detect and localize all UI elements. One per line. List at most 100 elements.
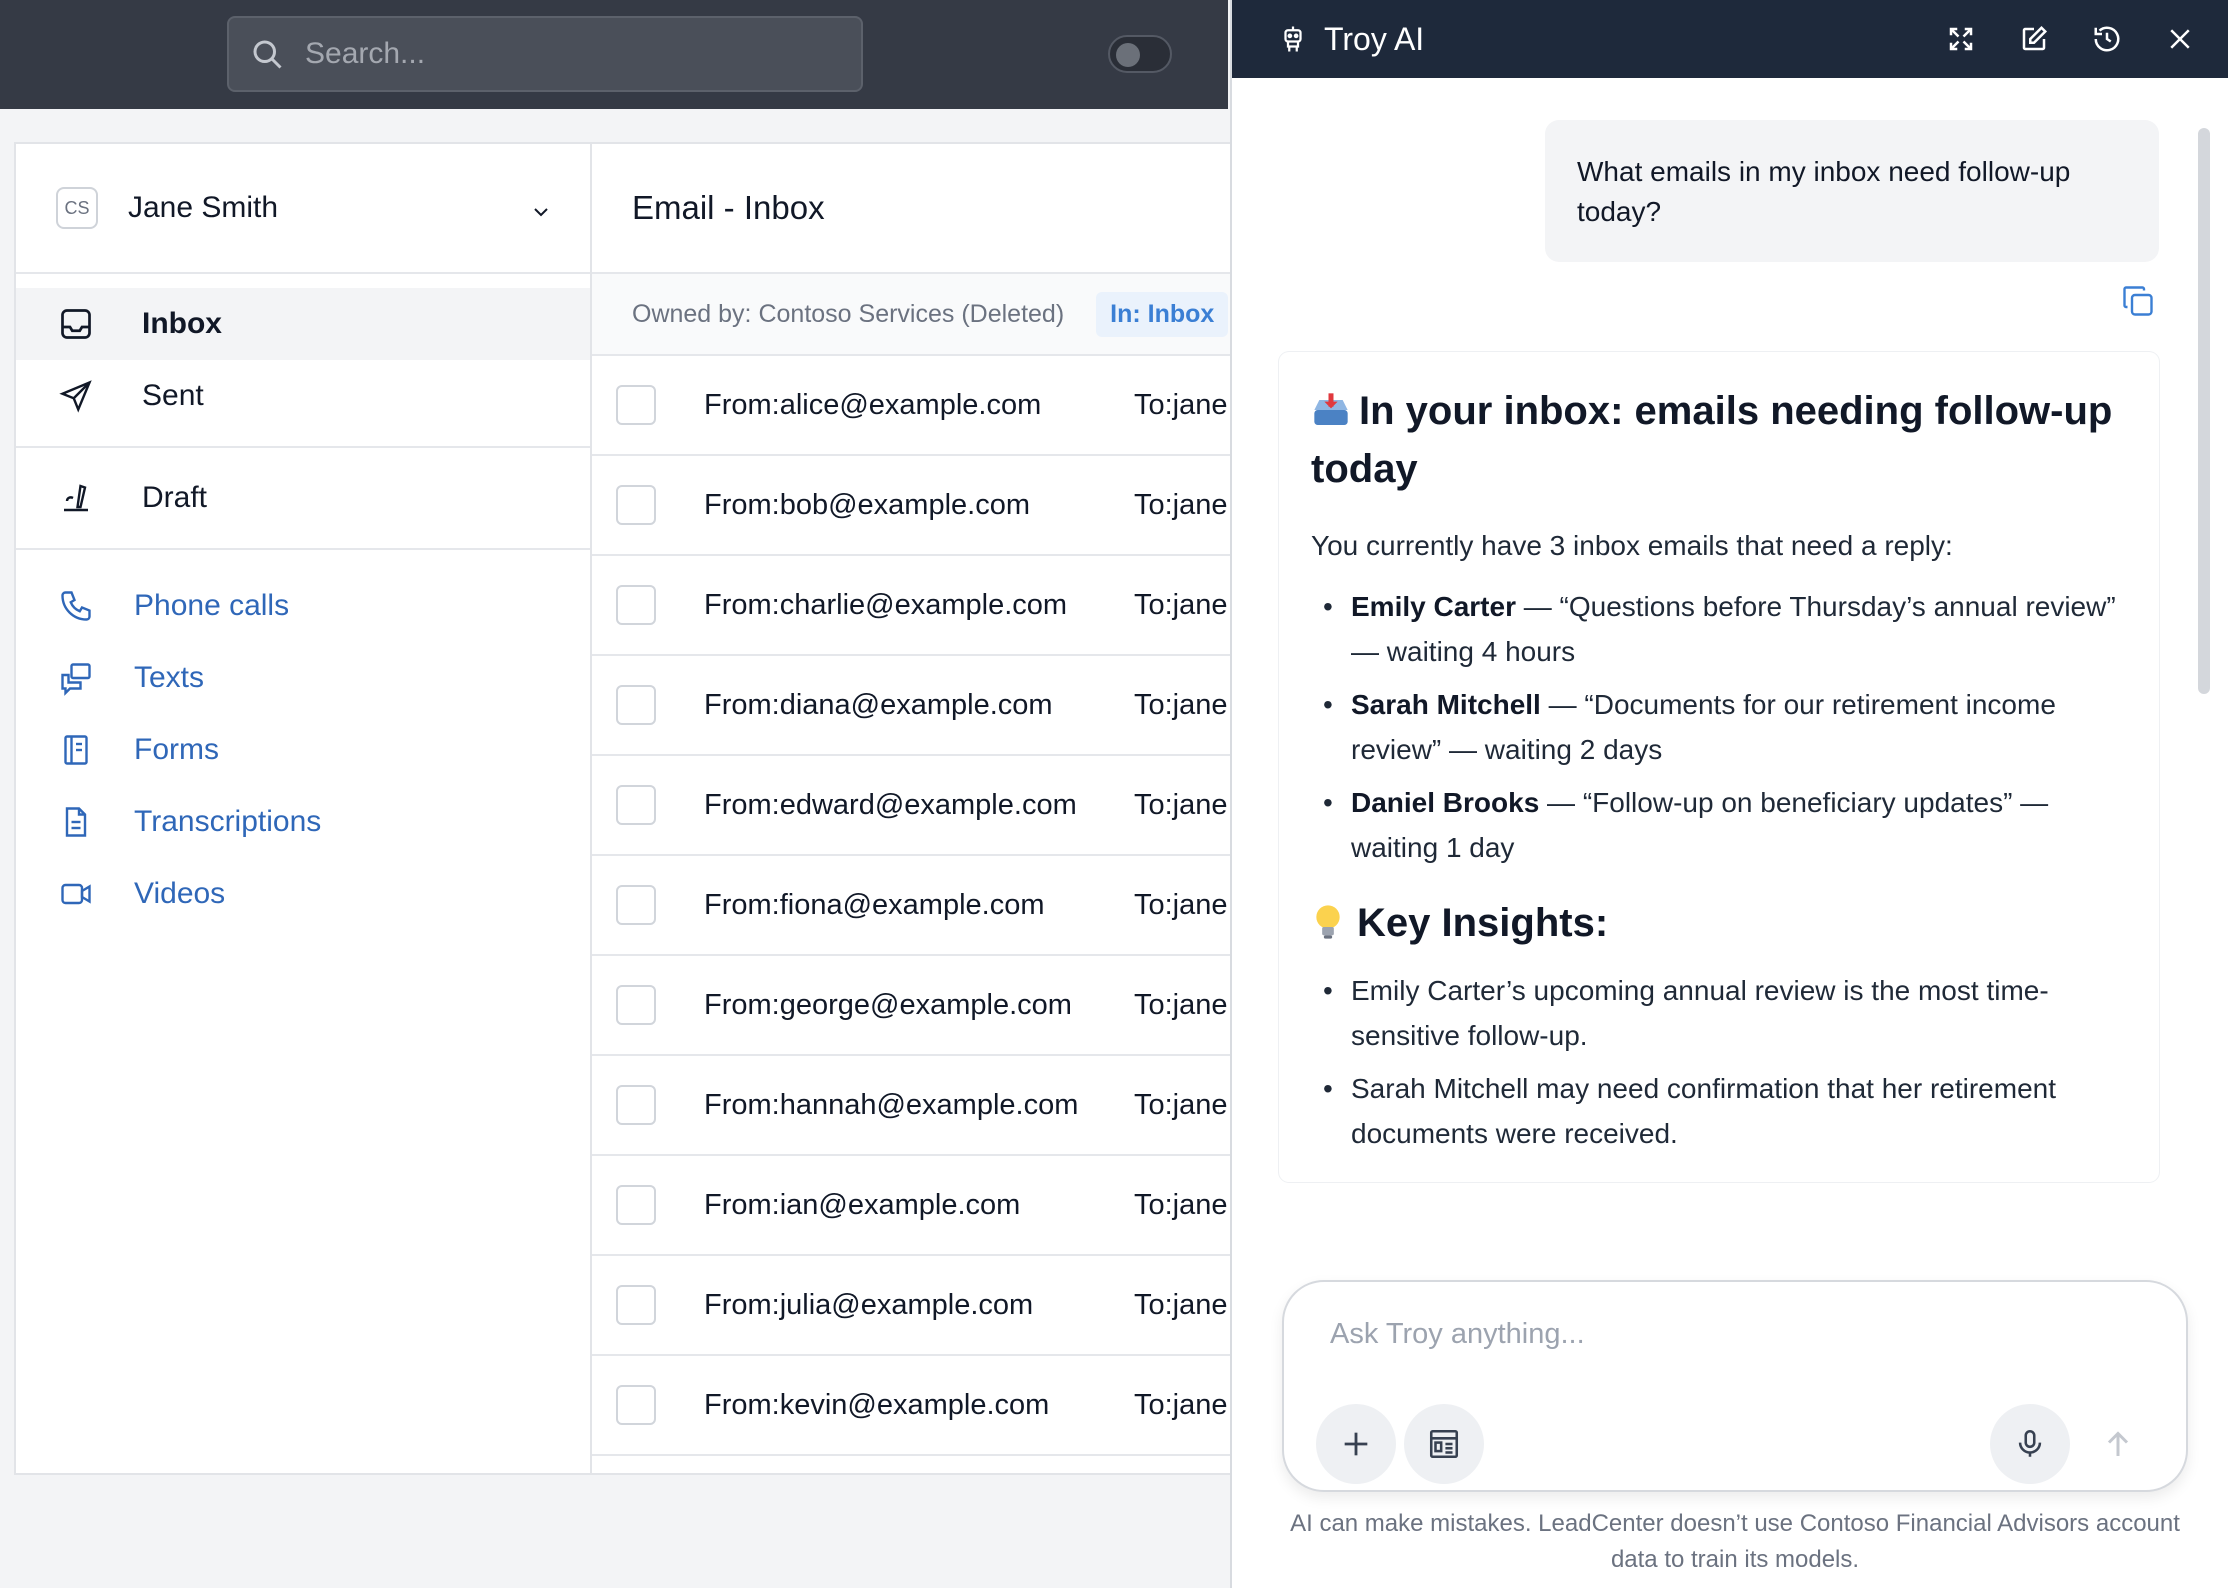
send-icon <box>59 380 92 413</box>
nav-label: Forms <box>134 733 219 766</box>
chat-scrollbar[interactable] <box>2198 128 2210 694</box>
left-navigation: CS Jane Smith Inbox Sent Draft Phone cal… <box>14 142 591 1475</box>
nav-label: Transcriptions <box>134 805 322 838</box>
theme-toggle[interactable] <box>1108 35 1172 73</box>
row-checkbox[interactable] <box>616 1185 656 1225</box>
list-item: Sarah Mitchell — “Documents for our reti… <box>1311 682 2127 772</box>
user-message: What emails in my inbox need follow-up t… <box>1545 120 2159 262</box>
email-from: From:charlie@example.com <box>704 588 1068 621</box>
table-row[interactable]: From:diana@example.com To:jane <box>592 656 1230 756</box>
list-item: Daniel Brooks — “Follow-up on beneficiar… <box>1311 780 2127 870</box>
row-checkbox[interactable] <box>616 785 656 825</box>
send-button[interactable] <box>2100 1426 2136 1462</box>
owned-by-label: Owned by: Contoso Services (Deleted) <box>632 299 1065 328</box>
history-icon <box>2094 26 2120 52</box>
account-avatar: CS <box>56 187 98 229</box>
new-chat-button[interactable] <box>2014 19 2054 59</box>
response-heading: In your inbox: emails needing follow-up … <box>1311 382 2127 498</box>
mail-folders: Inbox Sent <box>16 274 591 448</box>
email-from: From:hannah@example.com <box>704 1088 1079 1121</box>
draft-folder: Draft <box>16 448 591 550</box>
row-checkbox[interactable] <box>616 1285 656 1325</box>
table-row[interactable]: From:charlie@example.com To:jane <box>592 556 1230 656</box>
table-row[interactable]: From:edward@example.com To:jane <box>592 756 1230 856</box>
insights-list: Emily Carter’s upcoming annual review is… <box>1311 968 2127 1156</box>
list-item: Sarah Mitchell may need confirmation tha… <box>1311 1066 2127 1156</box>
nav-label: Draft <box>142 481 208 514</box>
nav-item-texts[interactable]: Texts <box>16 642 591 714</box>
row-checkbox[interactable] <box>616 1085 656 1125</box>
layout-icon <box>1429 1429 1459 1459</box>
page-title: Email - Inbox <box>592 144 1230 274</box>
insights-heading-text: Key Insights: <box>1357 901 1609 945</box>
form-icon <box>64 735 88 765</box>
row-checkbox[interactable] <box>616 485 656 525</box>
nav-item-sent[interactable]: Sent <box>16 360 591 432</box>
nav-label: Texts <box>134 661 205 694</box>
troy-header: Troy AI <box>1232 0 2228 78</box>
table-row[interactable]: From:hannah@example.com To:jane <box>592 1056 1230 1156</box>
top-bar: Search... <box>0 0 1228 109</box>
microphone-icon <box>2018 1429 2042 1457</box>
nav-item-videos[interactable]: Videos <box>16 858 591 930</box>
table-row[interactable]: From:kevin@example.com To:jane <box>592 1356 1230 1456</box>
chevron-down-icon[interactable] <box>529 200 553 224</box>
contact-name: Emily Carter <box>1351 591 1516 622</box>
nav-item-phone-calls[interactable]: Phone calls <box>16 570 591 642</box>
nav-item-draft[interactable]: Draft <box>16 462 591 534</box>
troy-title: Troy AI <box>1324 20 1425 57</box>
row-checkbox[interactable] <box>616 585 656 625</box>
voice-input-button[interactable] <box>1990 1404 2070 1484</box>
email-from: From:fiona@example.com <box>704 888 1045 921</box>
lightbulb-icon <box>1316 905 1340 939</box>
email-from: From:diana@example.com <box>704 688 1053 721</box>
history-button[interactable] <box>2087 19 2127 59</box>
close-icon <box>2170 29 2190 49</box>
row-checkbox[interactable] <box>616 1385 656 1425</box>
search-box[interactable]: Search... <box>227 16 863 92</box>
ai-disclaimer: AI can make mistakes. LeadCenter doesn’t… <box>1290 1510 2180 1573</box>
row-checkbox[interactable] <box>616 385 656 425</box>
robot-icon <box>1284 26 1302 52</box>
nav-label: Videos <box>134 877 226 910</box>
table-row[interactable]: From:fiona@example.com To:jane <box>592 856 1230 956</box>
search-input[interactable]: Search... <box>305 37 425 71</box>
nav-item-inbox[interactable]: Inbox <box>16 288 591 360</box>
expand-button[interactable] <box>1941 19 1981 59</box>
chat-composer: Ask Troy anything... <box>1282 1280 2188 1492</box>
search-icon <box>253 40 282 69</box>
nav-item-transcriptions[interactable]: Transcriptions <box>16 786 591 858</box>
add-attachment-button[interactable] <box>1316 1404 1396 1484</box>
email-list-panel: Email - Inbox Owned by: Contoso Services… <box>590 142 1230 1475</box>
plus-icon <box>1344 1432 1368 1456</box>
table-row[interactable]: From:bob@example.com To:jane <box>592 456 1230 556</box>
chat-input[interactable]: Ask Troy anything... <box>1330 1318 1585 1351</box>
nav-item-forms[interactable]: Forms <box>16 714 591 786</box>
phone-icon <box>61 591 91 621</box>
email-from: From:julia@example.com <box>704 1288 1034 1321</box>
email-to: To:jane <box>1134 388 1228 421</box>
contact-name: Daniel Brooks <box>1351 787 1540 818</box>
row-checkbox[interactable] <box>616 685 656 725</box>
edit-icon <box>2022 25 2048 51</box>
troy-ai-panel: Troy AI What emails in my inbox need fol… <box>1230 0 2228 1588</box>
toggle-knob <box>1116 43 1140 67</box>
email-to: To:jane <box>1134 588 1228 621</box>
list-item: Emily Carter’s upcoming annual review is… <box>1311 968 2127 1058</box>
row-checkbox[interactable] <box>616 885 656 925</box>
table-row[interactable]: From:ian@example.com To:jane <box>592 1156 1230 1256</box>
email-to: To:jane <box>1134 688 1228 721</box>
email-to: To:jane <box>1134 1088 1228 1121</box>
table-row[interactable]: From:alice@example.com To:jane <box>592 356 1230 456</box>
table-row[interactable]: From:julia@example.com To:jane <box>592 1256 1230 1356</box>
email-to: To:jane <box>1134 788 1228 821</box>
table-row[interactable]: From:george@example.com To:jane <box>592 956 1230 1056</box>
account-selector[interactable]: CS Jane Smith <box>16 144 591 274</box>
folder-filter-badge[interactable]: In: Inbox <box>1096 291 1229 337</box>
row-checkbox[interactable] <box>616 985 656 1025</box>
copy-button[interactable] <box>2120 283 2156 319</box>
video-icon <box>61 883 91 905</box>
account-name: Jane Smith <box>128 191 279 224</box>
close-button[interactable] <box>2160 19 2200 59</box>
templates-button[interactable] <box>1404 1404 1484 1484</box>
